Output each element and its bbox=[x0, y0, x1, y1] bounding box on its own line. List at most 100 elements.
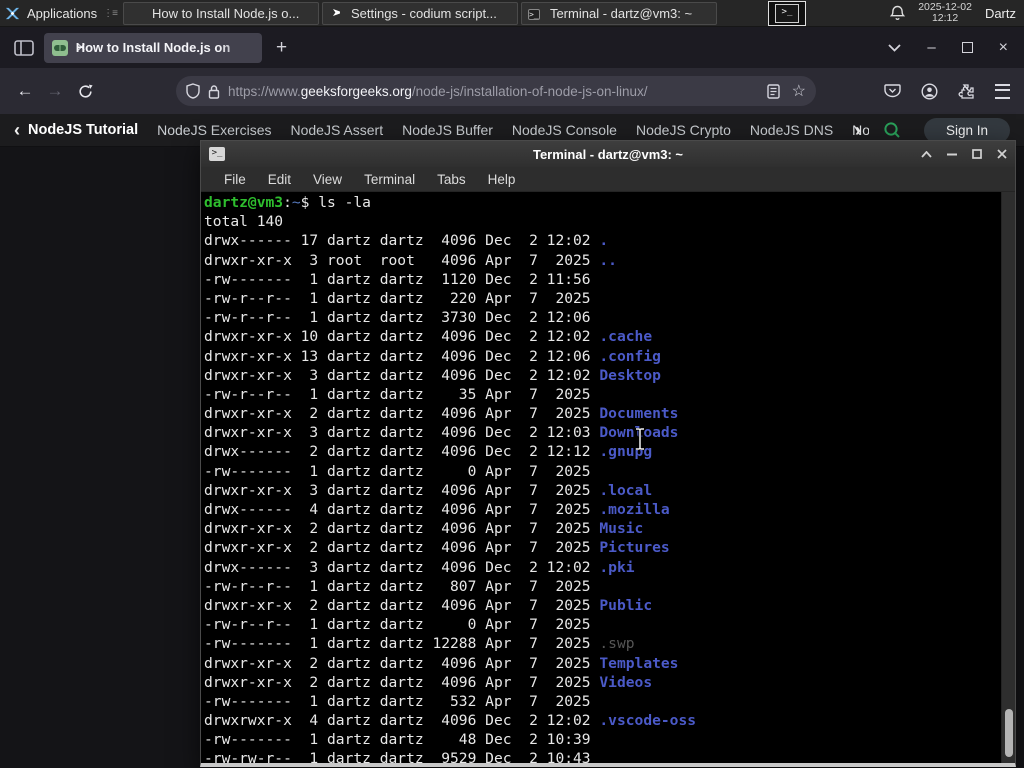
menu-terminal[interactable]: Terminal bbox=[353, 172, 426, 187]
file-row: -rw-r--r-- 1 dartz dartz 35 Apr 7 2025 .… bbox=[204, 385, 644, 403]
nav-item-nodejs-tutorial[interactable]: NodeJS Tutorial bbox=[28, 122, 138, 138]
clock-time: 12:12 bbox=[931, 12, 959, 24]
workspace-terminal-indicator[interactable]: >_ bbox=[767, 0, 806, 26]
terminal-window: >_ Terminal - dartz@vm3: ~ File Edit Vie… bbox=[200, 140, 1016, 767]
nav-item-nodejs-assert[interactable]: NodeJS Assert bbox=[291, 122, 384, 138]
file-row: drwxr-xr-x 2 dartz dartz 4096 Apr 7 2025… bbox=[204, 405, 679, 423]
new-tab-button[interactable]: + bbox=[276, 37, 287, 59]
panel-user-menu[interactable]: Dartz bbox=[985, 6, 1016, 21]
taskbar-window-terminal[interactable]: >_ Terminal - dartz@vm3: ~ bbox=[520, 1, 717, 25]
shade-window-icon[interactable] bbox=[921, 150, 932, 158]
top-panel: Applications ⋮≡ How to Install Node.js o… bbox=[0, 0, 1024, 27]
terminal-icon: >_ bbox=[209, 147, 225, 161]
forward-button[interactable]: → bbox=[40, 76, 70, 106]
applications-logo-icon bbox=[5, 7, 20, 19]
terminal-icon: >_ bbox=[774, 3, 799, 23]
file-row: -rw-r--r-- 1 dartz dartz 220 Apr 7 2025 … bbox=[204, 289, 705, 307]
file-row: drwxr-xr-x 13 dartz dartz 4096 Dec 2 12:… bbox=[204, 347, 661, 365]
firefox-view-icon[interactable] bbox=[14, 39, 34, 56]
applications-label: Applications bbox=[27, 5, 98, 21]
file-row: drwxr-xr-x 3 dartz dartz 4096 Dec 2 12:0… bbox=[204, 366, 661, 384]
terminal-body[interactable]: dartz@vm3:~$ ls -la total 140 drwx------ 1… bbox=[201, 192, 1015, 763]
nav-item-nodejs-console[interactable]: NodeJS Console bbox=[512, 122, 617, 138]
file-row: drwxr-xr-x 10 dartz dartz 4096 Dec 2 12:… bbox=[204, 328, 653, 346]
taskbar-label: How to Install Node.js o... bbox=[151, 5, 300, 21]
terminal-icon: >_ bbox=[527, 9, 540, 20]
mouse-cursor bbox=[636, 428, 644, 450]
file-row: drwxr-xr-x 3 dartz dartz 4096 Apr 7 2025… bbox=[204, 481, 653, 499]
window-minimize-button[interactable]: – bbox=[927, 39, 935, 56]
bookmark-star-icon[interactable]: ☆ bbox=[792, 81, 806, 101]
reload-icon bbox=[78, 84, 93, 98]
scrollbar-thumb[interactable] bbox=[1004, 709, 1013, 757]
file-row: -rw-r--r-- 1 dartz dartz 0 Apr 7 2025 .s… bbox=[204, 616, 820, 634]
menu-tabs[interactable]: Tabs bbox=[426, 172, 477, 187]
menu-help[interactable]: Help bbox=[477, 172, 527, 187]
site-search-icon[interactable] bbox=[883, 121, 902, 140]
taskbar-window-firefox[interactable]: How to Install Node.js o... bbox=[122, 1, 319, 25]
browser-tab-active[interactable]: How to Install Node.js on × bbox=[44, 32, 262, 63]
file-row: -rw-rw-r-- 1 dartz dartz 9529 Dec 2 10:4… bbox=[204, 750, 714, 763]
tab-close-icon[interactable]: × bbox=[75, 39, 88, 56]
nav-item-nodejs-exercises[interactable]: NodeJS Exercises bbox=[157, 122, 271, 138]
menu-edit[interactable]: Edit bbox=[257, 172, 302, 187]
file-row: drwx------ 4 dartz dartz 4096 Apr 7 2025… bbox=[204, 501, 670, 518]
gfg-favicon bbox=[52, 39, 68, 56]
file-row: drwxr-xr-x 3 root root 4096 Apr 7 2025 .… bbox=[204, 251, 617, 269]
nav-item-nodejs-dns[interactable]: NodeJS DNS bbox=[750, 122, 833, 138]
maximize-window-icon[interactable] bbox=[972, 149, 982, 159]
reader-mode-icon[interactable] bbox=[766, 83, 780, 99]
url-bar[interactable]: https://www.geeksforgeeks.org/node-js/in… bbox=[176, 76, 816, 106]
lock-icon[interactable] bbox=[208, 84, 220, 99]
file-row: drwxr-xr-x 2 dartz dartz 4096 Apr 7 2025… bbox=[204, 520, 644, 538]
terminal-output: dartz@vm3:~$ ls -la total 140 drwx------ 1… bbox=[204, 193, 1001, 763]
menu-file[interactable]: File bbox=[213, 172, 257, 187]
extensions-puzzle-icon[interactable] bbox=[958, 83, 975, 100]
tab-bar: How to Install Node.js on × + – × bbox=[0, 27, 1024, 68]
desktop: Applications ⋮≡ How to Install Node.js o… bbox=[0, 0, 1024, 768]
file-row: -rw------- 1 dartz dartz 12288 Apr 7 202… bbox=[204, 635, 635, 653]
file-row: -rw-r--r-- 1 dartz dartz 807 Apr 7 2025 … bbox=[204, 577, 670, 595]
minimize-window-icon[interactable] bbox=[947, 153, 957, 156]
terminal-titlebar[interactable]: >_ Terminal - dartz@vm3: ~ bbox=[201, 141, 1015, 167]
menu-view[interactable]: View bbox=[302, 172, 353, 187]
file-row: -rw-r--r-- 1 dartz dartz 3730 Dec 2 12:0… bbox=[204, 309, 661, 327]
site-nav-items: NodeJS Tutorial NodeJS Exercises NodeJS … bbox=[28, 122, 869, 138]
panel-grip-handle[interactable]: ⋮≡ bbox=[103, 8, 118, 19]
panel-clock[interactable]: 2025-12-02 12:12 bbox=[918, 2, 972, 24]
url-text: https://www.geeksforgeeks.org/node-js/in… bbox=[228, 83, 648, 99]
tracking-shield-icon[interactable] bbox=[186, 83, 200, 99]
window-maximize-button[interactable] bbox=[961, 42, 973, 53]
file-row: drwxr-xr-x 2 dartz dartz 4096 Apr 7 2025… bbox=[204, 539, 670, 557]
account-icon[interactable] bbox=[921, 82, 938, 100]
file-row: -rw------- 1 dartz dartz 532 Apr 7 2025 … bbox=[204, 692, 670, 710]
nav-scroll-left-icon[interactable]: ‹ bbox=[14, 121, 20, 139]
notification-bell-icon[interactable] bbox=[890, 5, 906, 21]
file-row: drwx------ 3 dartz dartz 4096 Dec 2 12:0… bbox=[204, 558, 635, 576]
file-row: drwxr-xr-x 2 dartz dartz 4096 Apr 7 2025… bbox=[204, 673, 653, 691]
taskbar-label: Terminal - dartz@vm3: ~ bbox=[549, 5, 693, 21]
back-button[interactable]: ← bbox=[10, 76, 40, 106]
file-row: drwx------ 2 dartz dartz 4096 Dec 2 12:1… bbox=[204, 443, 653, 461]
window-close-button[interactable]: × bbox=[999, 39, 1008, 57]
applications-menu-button[interactable]: Applications bbox=[0, 0, 103, 26]
terminal-scrollbar[interactable] bbox=[1001, 192, 1015, 763]
close-window-icon[interactable] bbox=[997, 149, 1007, 159]
file-row: drwxrwxr-x 4 dartz dartz 4096 Dec 2 12:0… bbox=[204, 712, 697, 730]
sign-in-button[interactable]: Sign In bbox=[924, 117, 1010, 143]
taskbar-window-codium[interactable]: Settings - codium script... bbox=[321, 1, 518, 25]
file-row: drwxr-xr-x 2 dartz dartz 4096 Apr 7 2025… bbox=[204, 596, 653, 614]
prompt-line: dartz@vm3:~$ ls -la bbox=[204, 194, 371, 211]
terminal-menubar: File Edit View Terminal Tabs Help bbox=[201, 167, 1015, 192]
taskbar-label: Settings - codium script... bbox=[350, 5, 497, 21]
nav-item-nodejs-crypto[interactable]: NodeJS Crypto bbox=[636, 122, 731, 138]
nav-item-nodejs-buffer[interactable]: NodeJS Buffer bbox=[402, 122, 493, 138]
terminal-title: Terminal - dartz@vm3: ~ bbox=[532, 146, 684, 162]
list-all-tabs-chevron-icon[interactable] bbox=[888, 43, 901, 52]
reload-button[interactable] bbox=[70, 76, 100, 106]
file-row: -rw------- 1 dartz dartz 48 Dec 2 10:39 … bbox=[204, 731, 697, 749]
menu-hamburger-icon[interactable] bbox=[995, 83, 1010, 99]
nav-scroll-right-icon[interactable]: › bbox=[855, 121, 861, 139]
pocket-icon[interactable] bbox=[884, 83, 901, 99]
file-row: drwxr-xr-x 2 dartz dartz 4096 Apr 7 2025… bbox=[204, 654, 679, 672]
